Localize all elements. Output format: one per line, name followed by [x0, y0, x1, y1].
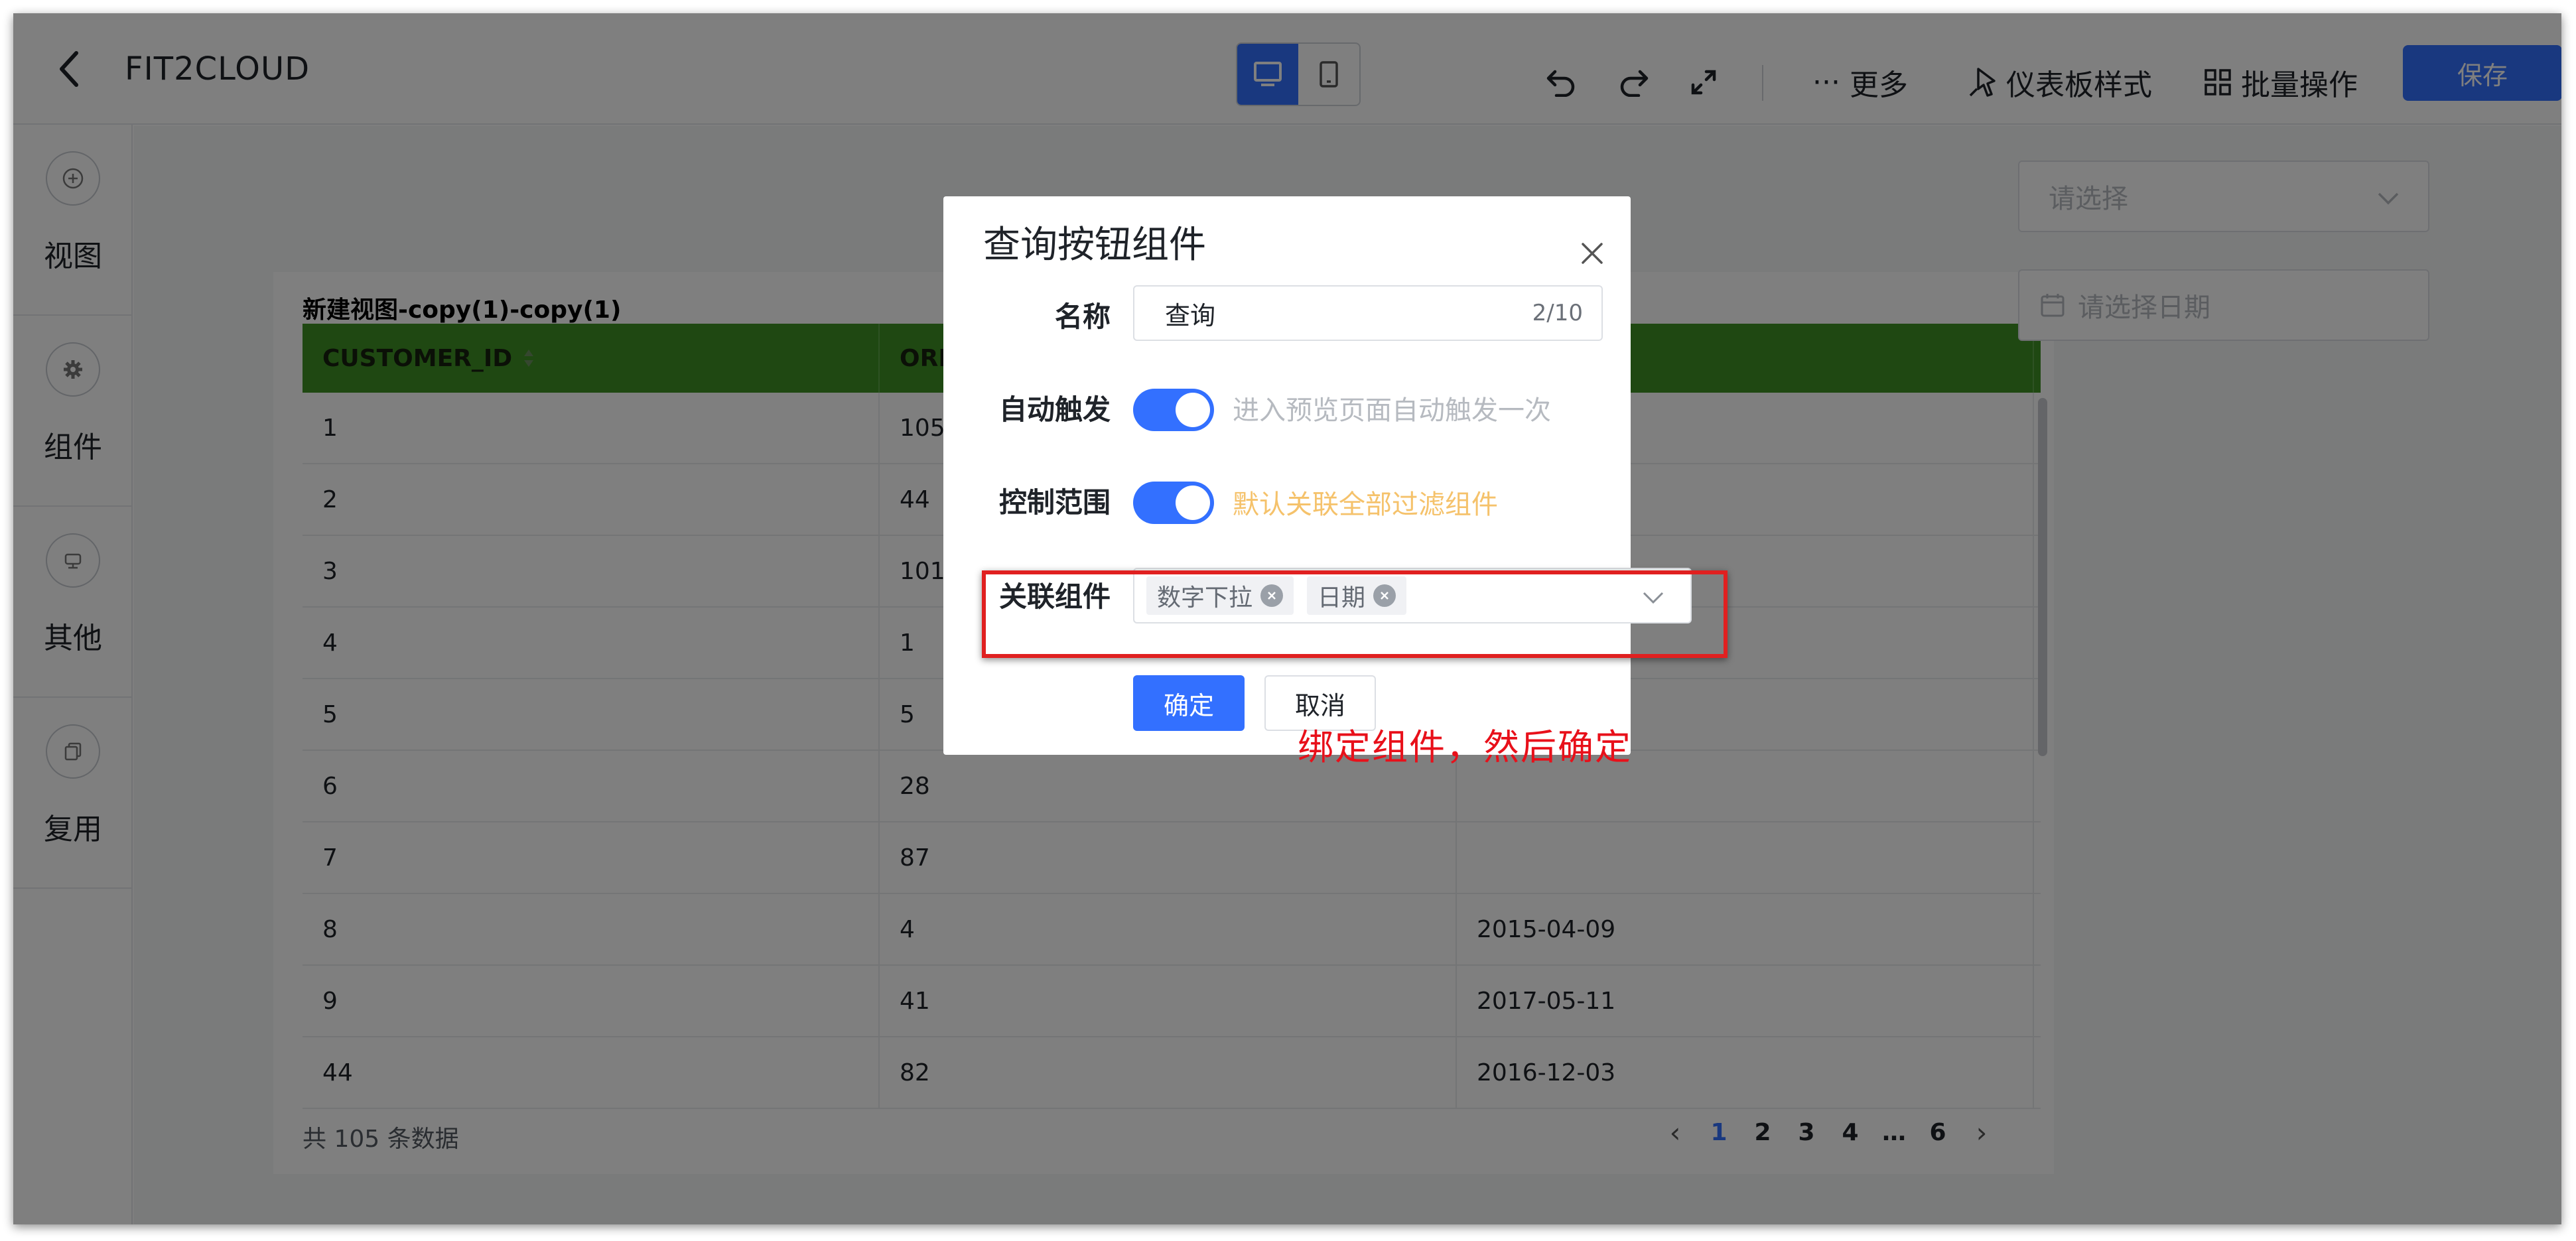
name-input[interactable]: 查询 2/10 [1133, 285, 1603, 341]
toggle-knob [1176, 393, 1210, 427]
annotation-text: 绑定组件，然后确定 [1298, 726, 1632, 768]
dialog-title: 查询按钮组件 [983, 224, 1206, 267]
name-value: 查询 [1165, 300, 1216, 330]
auto-trigger-hint: 进入预览页面自动触发一次 [1233, 395, 1551, 426]
query-button-dialog: 查询按钮组件 名称 查询 2/10 自动触发 进入预览页面自动触发一次 控制范围… [943, 196, 1692, 755]
toggle-knob [1176, 486, 1210, 520]
auto-trigger-toggle[interactable] [1133, 389, 1214, 431]
auto-trigger-label: 自动触发 [998, 393, 1111, 426]
confirm-button[interactable]: 确定 [1133, 675, 1245, 731]
name-label: 名称 [1054, 300, 1111, 333]
highlight-box [982, 570, 1728, 658]
control-range-toggle[interactable] [1133, 482, 1214, 524]
char-counter: 2/10 [1532, 300, 1583, 326]
control-range-hint: 默认关联全部过滤组件 [1233, 490, 1498, 520]
close-button[interactable] [1572, 233, 1612, 273]
app-window: FIT2CLOUD ··· 更多 仪表板样式 [13, 13, 2561, 1224]
control-range-label: 控制范围 [998, 486, 1111, 519]
close-icon [1582, 243, 1603, 264]
